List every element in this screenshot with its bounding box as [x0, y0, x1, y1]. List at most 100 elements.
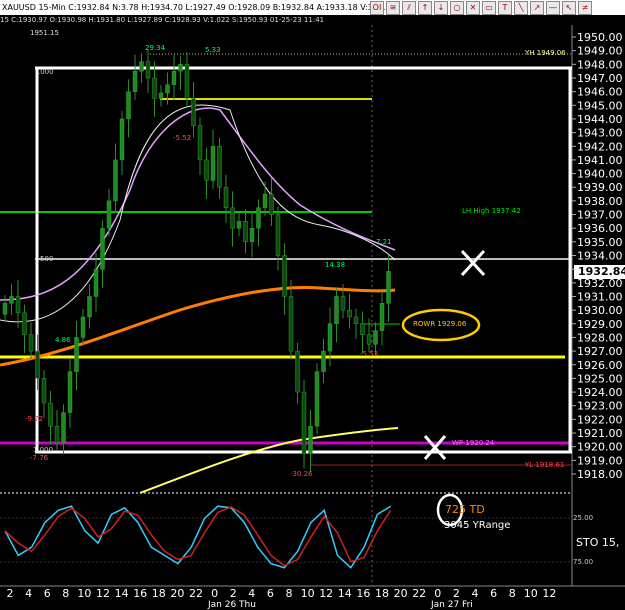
down-arrow-icon[interactable]: ↓ [434, 1, 448, 15]
measure-icon[interactable]: ≠ [578, 1, 592, 15]
time-tick-label: 14 [115, 587, 129, 600]
time-tick-label: 22 [412, 587, 426, 600]
candle-body [314, 371, 320, 427]
time-tick-label: 4 [472, 587, 479, 600]
candle-body [217, 146, 222, 188]
candle-body [340, 296, 346, 311]
time-tick-label: 18 [375, 587, 389, 600]
time-tick-label: 12 [542, 587, 556, 600]
price-tick-label: 1931.00 [577, 290, 623, 303]
candle-body [295, 350, 300, 393]
x-marker-lower [423, 435, 447, 460]
td-label: 725 TD [445, 503, 485, 516]
price-tick-label: 1932.00 [577, 277, 623, 290]
cursor-icon[interactable]: ↖ [562, 1, 576, 15]
candle-body [236, 221, 242, 229]
candle-body [152, 77, 157, 99]
sto-level-75: 75.00 [573, 558, 594, 566]
candle-body [113, 159, 118, 202]
price-tick-label: 1926.00 [577, 359, 623, 372]
candle-body [204, 159, 209, 181]
candle-body [366, 334, 372, 345]
trend-icon[interactable]: ↗ [530, 1, 544, 15]
time-tick-label: 0 [211, 587, 218, 600]
time-tick-label: 2 [7, 587, 14, 600]
price-tick-label: 1950.00 [577, 31, 623, 44]
candle-body [145, 61, 151, 79]
candle-body [106, 200, 112, 229]
candle-body [223, 187, 229, 208]
swing-label: -30.26 [290, 470, 313, 478]
time-tick-label: 18 [152, 587, 166, 600]
candle-body [74, 337, 79, 372]
ohlc-readout: 15 C:1930.97 O:1930.98 H:1931.80 L:1927.… [0, 15, 625, 25]
candle-body [9, 296, 14, 304]
oi-icon[interactable]: OI [370, 1, 384, 15]
candle-body [256, 207, 261, 229]
time-tick-label: 6 [267, 587, 274, 600]
sto-slow-line [4, 506, 392, 567]
drawing-toolbar: OI ≋ ⫽ ↑ ↓ ○ ✕ ▭ T ╲ ↗ ― ↖ ≠ [370, 1, 592, 15]
time-tick-label: 8 [286, 587, 293, 600]
chart-title: XAUUSD 15-Min C:1932.84 N:3.78 H:1934.70… [2, 3, 391, 12]
box-mid-left-label: 500 [40, 255, 54, 263]
time-tick-label: 12 [319, 587, 333, 600]
price-tick-label: 1924.00 [577, 386, 623, 399]
candle-body [80, 316, 86, 338]
price-tick-label: 1942.00 [577, 140, 623, 153]
fib-icon[interactable]: ≋ [386, 1, 400, 15]
orange-ma [0, 286, 396, 367]
candle-body [197, 125, 203, 161]
price-tick-label: 1935.00 [577, 236, 623, 249]
candle-body [87, 296, 92, 318]
line-icon[interactable]: ╲ [514, 1, 528, 15]
price-tick-label: 1929.00 [577, 318, 623, 331]
candle-body [321, 350, 326, 372]
candle-body [184, 64, 190, 99]
candle-body [249, 227, 255, 243]
violet-ma [0, 107, 396, 301]
candle-body [269, 193, 274, 215]
text-icon[interactable]: T [498, 1, 512, 15]
sto-fast-line [4, 505, 392, 569]
price-tick-label: 1928.00 [577, 331, 623, 344]
cross-icon[interactable]: ✕ [466, 1, 480, 15]
swing-label: 14.38 [325, 261, 346, 269]
annotation-layer: 1932.84 YH 1949.06 YL 1918.61 LH High 19… [0, 0, 625, 610]
swing-label: 4.86 [55, 336, 71, 344]
swing-label: -7.76 [30, 454, 49, 462]
candle-body [288, 296, 294, 352]
candle-body [93, 268, 99, 297]
candle-body [373, 330, 378, 345]
rect-icon[interactable]: ▭ [482, 1, 496, 15]
channel-icon[interactable]: ⫽ [402, 1, 416, 15]
time-tick-label: 20 [170, 587, 184, 600]
candle-body [262, 193, 268, 208]
price-axis: 1950.001949.001948.001947.001946.001945.… [572, 31, 623, 481]
price-tick-label: 1930.00 [577, 304, 623, 317]
candle-body [35, 350, 40, 379]
price-tick-label: 1934.00 [577, 250, 623, 263]
up-arrow-icon[interactable]: ↑ [418, 1, 432, 15]
time-tick-label: 2 [230, 587, 237, 600]
candle-body [28, 334, 34, 352]
candle-body [210, 146, 216, 181]
candle-body [308, 426, 313, 454]
candle-body [119, 118, 125, 161]
price-tick-label: 1938.00 [577, 195, 623, 208]
price-tick-label: 1936.00 [577, 222, 623, 235]
top-price-label: 1951.15 [30, 29, 59, 37]
price-chart[interactable]: 1950.001949.001948.001947.001946.001945.… [0, 0, 625, 609]
price-tick-label: 1937.00 [577, 209, 623, 222]
time-tick-label: 14 [338, 587, 352, 600]
time-tick-label: 2 [453, 587, 460, 600]
x-marker-upper [460, 249, 486, 277]
price-tick-label: 1944.00 [577, 113, 623, 126]
circle-icon[interactable]: ○ [450, 1, 464, 15]
candle-body [41, 378, 47, 404]
hline-icon[interactable]: ― [546, 1, 560, 15]
candle-body [158, 92, 164, 99]
price-tick-label: 1945.00 [577, 99, 623, 112]
time-tick-label: 12 [96, 587, 110, 600]
price-tick-label: 1939.00 [577, 181, 623, 194]
